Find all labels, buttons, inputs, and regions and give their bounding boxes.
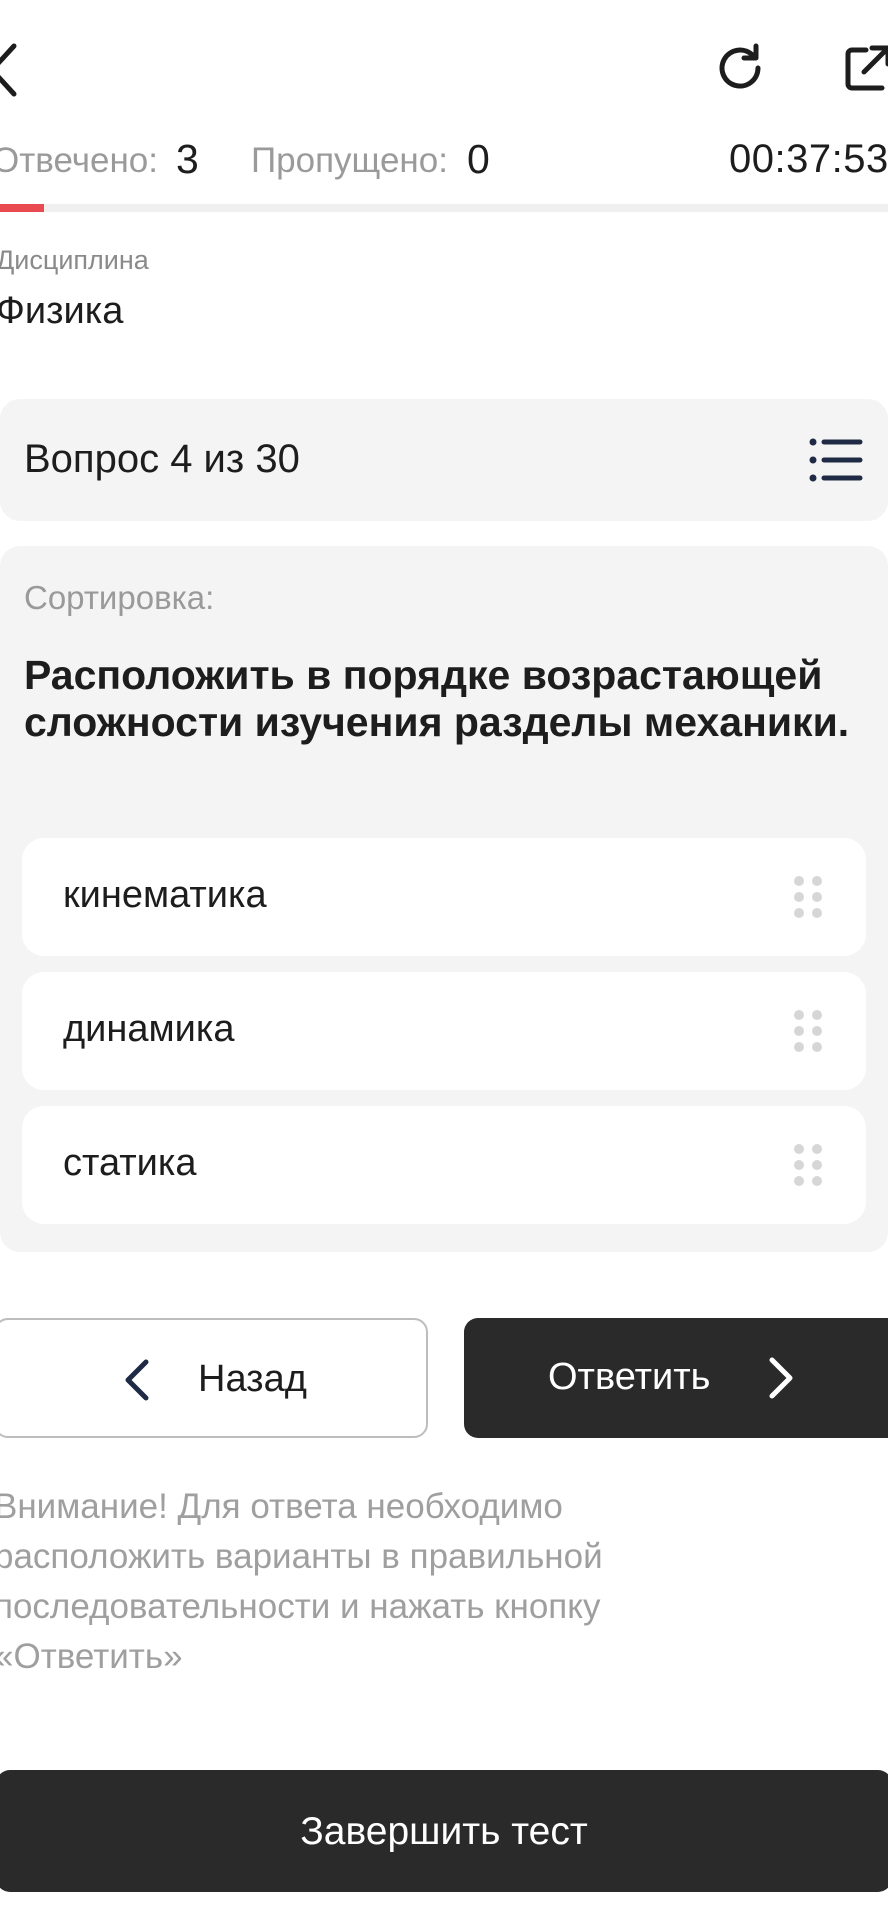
refresh-button[interactable] bbox=[710, 38, 770, 98]
refresh-icon bbox=[719, 43, 761, 89]
option-label: динамика bbox=[63, 1008, 235, 1050]
discipline-value: Физика bbox=[0, 290, 124, 332]
back-nav-label: Назад bbox=[198, 1358, 307, 1400]
sort-option[interactable]: кинематика bbox=[22, 838, 866, 956]
chevron-left-icon bbox=[0, 43, 17, 97]
skipped-label: Пропущено: bbox=[251, 141, 448, 180]
chevron-left-icon bbox=[125, 1359, 149, 1401]
progress-fill bbox=[0, 204, 45, 212]
list-icon bbox=[809, 438, 863, 482]
sort-option[interactable]: динамика bbox=[22, 972, 866, 1090]
question-text: Расположить в порядке возрастающей сложн… bbox=[24, 652, 850, 745]
drag-handle-icon[interactable] bbox=[792, 1009, 824, 1053]
share-button[interactable] bbox=[838, 38, 888, 98]
back-button[interactable] bbox=[0, 40, 20, 100]
timer: 00:37:53 bbox=[729, 137, 888, 181]
question-type: Сортировка: bbox=[24, 579, 215, 616]
sort-option[interactable]: статика bbox=[22, 1106, 866, 1224]
drag-handle-icon[interactable] bbox=[792, 1143, 824, 1187]
skipped-count: 0 bbox=[467, 136, 490, 182]
question-list-button[interactable] bbox=[808, 436, 864, 484]
back-nav-button[interactable]: Назад bbox=[0, 1318, 428, 1438]
external-link-icon bbox=[845, 45, 888, 91]
drag-handle-icon[interactable] bbox=[792, 875, 824, 919]
chevron-right-icon bbox=[769, 1357, 793, 1399]
progress-bar bbox=[0, 204, 888, 212]
discipline-label: Дисциплина bbox=[0, 245, 149, 275]
finish-test-label: Завершить тест bbox=[300, 1810, 588, 1853]
answered-label: Отвечено: bbox=[0, 141, 158, 180]
instruction-notice: Внимание! Для ответа необходимо располож… bbox=[0, 1487, 603, 1676]
answer-label: Ответить bbox=[548, 1356, 711, 1398]
answer-button[interactable]: Ответить bbox=[464, 1318, 888, 1438]
option-label: статика bbox=[63, 1142, 197, 1184]
question-counter: Вопрос 4 из 30 bbox=[24, 437, 300, 481]
finish-test-button[interactable]: Завершить тест bbox=[0, 1770, 888, 1892]
option-label: кинематика bbox=[63, 874, 267, 916]
answered-count: 3 bbox=[176, 136, 199, 182]
